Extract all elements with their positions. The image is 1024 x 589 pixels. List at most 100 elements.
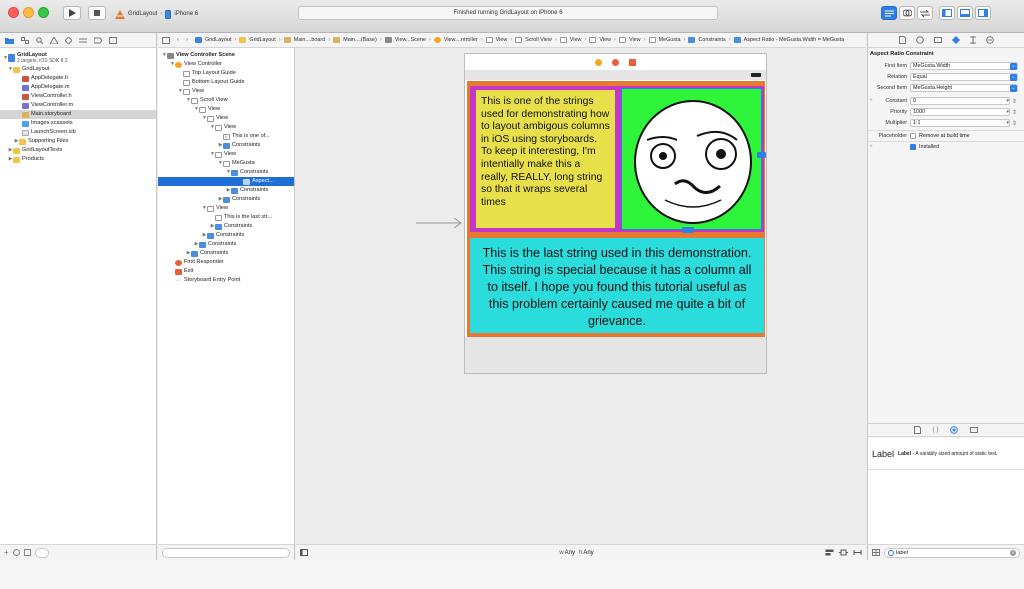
orange-container-view[interactable]: This is one of the strings used for demo… [467,81,766,337]
related-items-icon[interactable] [162,36,170,44]
stepper[interactable]: ⇕ [1012,109,1017,116]
size-class-selector[interactable]: w Any h Any [559,550,593,556]
object-library-icon[interactable] [950,426,959,434]
list-item[interactable]: ▶ GridLayoutTests [0,146,156,155]
outline-item[interactable]: ▶ Constraints [158,141,294,150]
breadcrumb-item[interactable]: View [599,37,611,43]
file-inspector-icon[interactable] [898,36,906,44]
symbol-navigator-icon[interactable] [21,36,29,44]
breadcrumb-item[interactable]: GridLayout [205,37,231,43]
size-inspector-icon[interactable] [969,36,976,44]
folder-icon[interactable] [5,37,14,44]
source-control-filter-icon[interactable] [23,549,31,556]
toggle-utilities-button[interactable] [975,6,991,20]
outline-item[interactable]: ▼ Scroll View [158,96,294,105]
align-icon[interactable] [825,549,834,556]
outline-item[interactable]: First Responder [158,258,294,267]
constraint-badge[interactable] [682,227,694,233]
second-item-popup[interactable]: MeGusta.Height ⌄ [910,84,1018,92]
test-navigator-icon[interactable] [65,36,72,44]
breadcrumb-item[interactable]: MeGusta [659,37,681,43]
first-responder-icon[interactable] [612,58,619,66]
outline-item[interactable]: → Storyboard Entry Point [158,276,294,285]
outline-item[interactable]: ▼ Constraints [158,168,294,177]
breadcrumb-item[interactable]: View [570,37,582,43]
file-template-icon[interactable] [913,426,921,434]
breadcrumb-item[interactable]: View [496,37,508,43]
quick-help-icon[interactable] [915,36,924,44]
breadcrumb-item[interactable]: Scroll View [525,37,552,43]
first-item-popup[interactable]: MeGusta.Width ⌄ [910,62,1018,70]
list-item[interactable]: ▶ Products [0,155,156,164]
show-outline-icon[interactable] [300,549,308,556]
stop-button[interactable] [88,6,106,20]
list-item[interactable]: AppDelegate.h [0,74,156,83]
remove-at-build-checkbox[interactable] [910,132,916,139]
view-controller-icon[interactable] [595,58,602,66]
outline-item[interactable]: ▼ MeGusta [158,159,294,168]
connections-inspector-icon[interactable] [985,36,994,44]
breadcrumb-item[interactable]: View [629,37,641,43]
outline-item[interactable]: ▶ Constraints [158,249,294,258]
outline-item[interactable]: This is the last str... [158,213,294,222]
outline-item[interactable]: ▼ View Controller [158,60,294,69]
minimize-window-button[interactable] [23,7,34,18]
clear-icon[interactable]: × [1010,549,1016,556]
add-icon[interactable]: + [4,548,9,557]
outline-item[interactable]: ▼ View [158,87,294,96]
close-window-button[interactable] [8,7,19,18]
stepper[interactable]: ⇕ [1012,98,1017,105]
installed-checkbox[interactable] [910,143,916,150]
outline-filter-input[interactable] [162,547,290,558]
back-icon[interactable]: ‹ [177,37,179,43]
stepper[interactable]: ⇕ [1012,120,1017,127]
priority-field[interactable]: 1000 ▾ [910,108,1010,116]
outline-item[interactable]: ▼ View [158,123,294,132]
list-item[interactable]: Images.xcassets [0,119,156,128]
standard-editor-button[interactable] [881,6,897,20]
toggle-debug-area-button[interactable] [957,6,973,20]
outline-item[interactable]: L This is one of... [158,132,294,141]
outline-item[interactable]: ▼ View [158,114,294,123]
code-snippet-icon[interactable]: { } [933,427,939,433]
long-string-label[interactable]: This is one of the strings used for demo… [476,90,615,228]
outline-item[interactable]: ▶ Constraints [158,222,294,231]
outline-item[interactable]: ▶ Constraints [158,186,294,195]
relation-popup[interactable]: Equal ⌄ [910,73,1018,81]
search-icon[interactable] [36,36,43,44]
list-item[interactable]: ViewController.h [0,92,156,101]
library-filter-input[interactable]: label × [884,547,1020,558]
pin-icon[interactable] [839,549,848,556]
outline-item-selected[interactable]: Aspect... [158,177,294,186]
list-item-selected[interactable]: Main.storyboard [0,110,156,119]
forward-icon[interactable]: › [186,37,188,43]
breakpoint-navigator-icon[interactable] [94,37,102,44]
breadcrumb-item[interactable]: Aspect Ratio - MeGusta.Width = MeGusta [744,37,845,43]
breadcrumb-item[interactable]: Main....board [294,37,325,43]
project-root[interactable]: ▼ GridLayout 2 targets, iOS SDK 8.3 [0,51,156,65]
list-item[interactable]: LaunchScreen.xib [0,128,156,137]
add-variation-icon[interactable]: + [868,144,874,150]
outline-item[interactable]: Bottom Layout Guide [158,78,294,87]
view-controller-scene[interactable]: This is one of the strings used for demo… [464,53,767,374]
grid-view-icon[interactable] [872,549,880,556]
constant-field[interactable]: 0 ▾ [910,97,1010,105]
breadcrumb-item[interactable]: GridLayout [249,37,275,43]
multiplier-field[interactable]: 1:1 ▾ [910,119,1010,127]
list-item[interactable]: ▼ GridLayout [0,65,156,74]
scheme-selector[interactable]: GridLayout › iPhone 6 [115,8,198,20]
breadcrumb-item[interactable]: View...Scene [395,37,426,43]
debug-navigator-icon[interactable] [79,37,87,44]
breadcrumb-item[interactable]: View....ntroller [444,37,478,43]
megusta-container[interactable] [621,88,766,233]
list-item[interactable]: ▶ Supporting Files [0,137,156,146]
megusta-face-image[interactable] [625,96,761,224]
list-item[interactable]: ViewController.m [0,101,156,110]
version-editor-button[interactable] [917,6,933,20]
filter-input[interactable] [34,547,49,558]
identity-inspector-icon[interactable] [933,36,942,44]
library-item-label[interactable]: Label Label - A variably sized amount of… [868,438,1024,470]
attributes-inspector-icon[interactable] [951,36,960,44]
last-string-label[interactable]: This is the last string used in this dem… [470,238,764,333]
recent-files-icon[interactable] [12,549,20,556]
